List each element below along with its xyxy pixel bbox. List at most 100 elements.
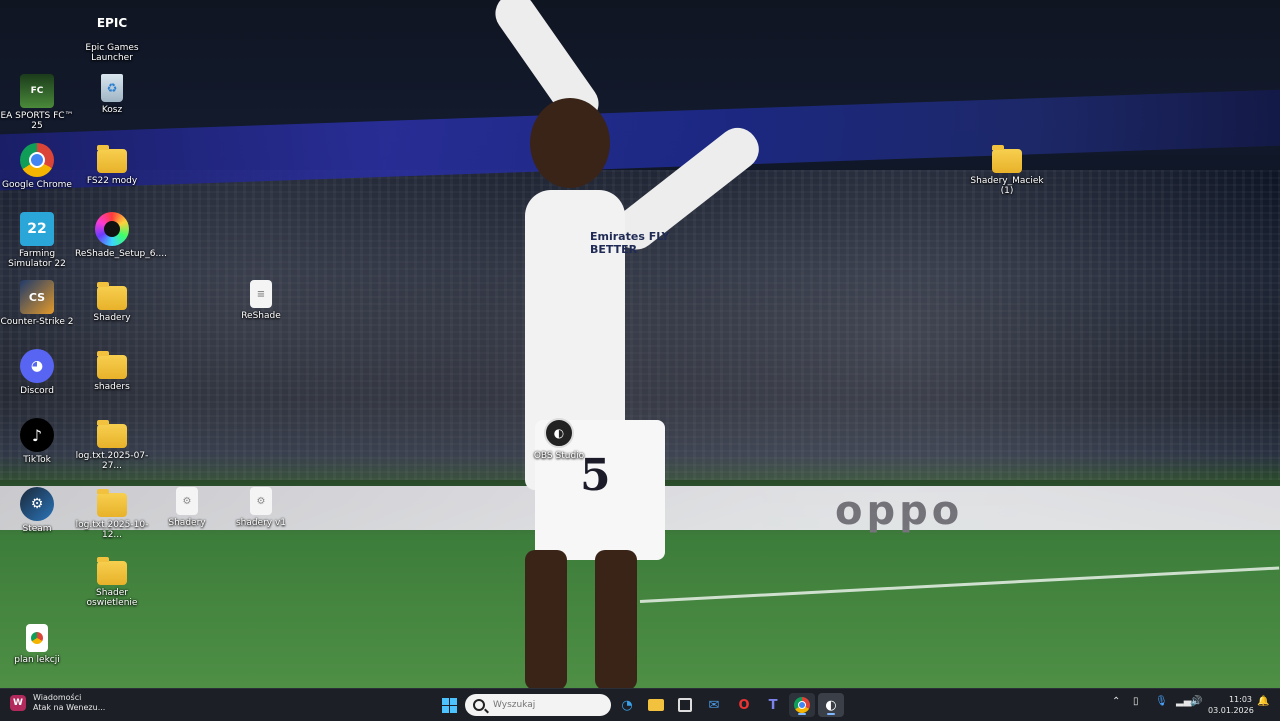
taskbar-chrome[interactable] bbox=[789, 693, 815, 717]
search-input[interactable] bbox=[491, 699, 605, 711]
opera-icon: O bbox=[738, 697, 750, 713]
desktop-icon-log-2025-07-27[interactable]: log.txt.2025-07-27... bbox=[75, 418, 149, 471]
taskbar-edge[interactable]: ◔ bbox=[614, 693, 640, 717]
wallpaper-player-head bbox=[530, 98, 610, 188]
tray-microphone[interactable]: 🎙 bbox=[1155, 696, 1168, 707]
tray-usb[interactable]: ▯ bbox=[1133, 696, 1139, 707]
wallpaper-player-leg bbox=[595, 550, 637, 688]
desktop-icon-label: Kosz bbox=[101, 105, 123, 115]
edge-icon: ◔ bbox=[621, 697, 633, 713]
desktop-icon-label: log.txt.2025-10-12... bbox=[75, 520, 149, 540]
desktop-icon-log-2025-10-12[interactable]: log.txt.2025-10-12... bbox=[75, 487, 149, 540]
desktop-icon-label: ReShade bbox=[241, 311, 281, 321]
desktop-icon-discord[interactable]: ◕ Discord bbox=[0, 349, 74, 396]
news-widget[interactable]: W Wiadomości Atak na Wenezu... bbox=[10, 693, 105, 713]
desktop-icon-shadery-file[interactable]: ⚙ Shadery bbox=[150, 487, 224, 528]
desktop-wallpaper: oppo Emirates FLY BETTER 5 bbox=[0, 0, 1280, 688]
chevron-up-icon: ⌃ bbox=[1112, 696, 1121, 707]
steam-icon: ⚙ bbox=[20, 487, 54, 521]
desktop-icon-label: FS22 mody bbox=[86, 176, 138, 186]
desktop-icon-farming-simulator[interactable]: 22 Farming Simulator 22 bbox=[0, 212, 74, 269]
start-icon bbox=[441, 697, 457, 713]
taskbar: W Wiadomości Atak na Wenezu... ◔ ✉ O T ◐… bbox=[0, 688, 1280, 721]
desktop-icon-shadery-maciek[interactable]: Shadery_Maciek (1) bbox=[970, 143, 1044, 196]
taskbar-store[interactable] bbox=[672, 693, 698, 717]
obs-icon: ◐ bbox=[544, 418, 574, 448]
desktop-icon-label: plan lekcji bbox=[14, 655, 60, 665]
desktop-icon-label: Discord bbox=[20, 386, 54, 396]
store-icon bbox=[678, 698, 692, 712]
chrome-document-icon bbox=[26, 624, 48, 652]
text-file-icon: ≡ bbox=[250, 280, 272, 308]
news-widget-subtitle: Atak na Wenezu... bbox=[33, 703, 106, 712]
taskbar-teams[interactable]: T bbox=[760, 693, 786, 717]
desktop-icon-obs-studio[interactable]: ◐ OBS Studio bbox=[522, 418, 596, 461]
folder-icon bbox=[97, 420, 127, 448]
taskbar-search[interactable] bbox=[465, 694, 611, 716]
folder-icon bbox=[97, 489, 127, 517]
desktop-icon-label: Shadery_Maciek (1) bbox=[970, 176, 1044, 196]
show-hidden-icons-button[interactable]: ⌃ bbox=[1112, 696, 1120, 707]
file-icon: ⚙ bbox=[176, 487, 198, 515]
desktop-icon-fs22-mody[interactable]: FS22 mody bbox=[75, 143, 149, 186]
folder-icon bbox=[97, 351, 127, 379]
desktop-icon-label: shadery v1 bbox=[235, 518, 287, 528]
reshade-setup-icon bbox=[95, 212, 129, 246]
microphone-icon: 🎙 bbox=[1155, 696, 1168, 707]
desktop-icon-label: Epic Games Launcher bbox=[85, 43, 139, 63]
news-icon: W bbox=[10, 695, 26, 711]
tiktok-icon: ♪ bbox=[20, 418, 54, 452]
volume-icon: 🔊 bbox=[1190, 696, 1203, 707]
taskbar-opera[interactable]: O bbox=[731, 693, 757, 717]
desktop-icon-counter-strike[interactable]: CS Counter-Strike 2 bbox=[0, 280, 74, 327]
desktop-icon-shaders-folder[interactable]: shaders bbox=[75, 349, 149, 392]
desktop-icon-label: ReShade_Setup_6.... bbox=[75, 249, 167, 259]
taskbar-mail[interactable]: ✉ bbox=[701, 693, 727, 717]
desktop-icon-plan-lekcji[interactable]: plan lekcji bbox=[0, 624, 74, 665]
file-icon: ⚙ bbox=[250, 487, 272, 515]
desktop-icon-shader-oswietlenie[interactable]: Shader oswietlenie bbox=[75, 555, 149, 608]
wallpaper-adboard-text: oppo bbox=[835, 488, 964, 534]
desktop-icon-reshade-file[interactable]: ≡ ReShade bbox=[224, 280, 298, 321]
news-widget-text: Wiadomości Atak na Wenezu... bbox=[33, 693, 105, 713]
chrome-icon bbox=[20, 143, 54, 177]
desktop-icon-label: Shadery bbox=[93, 313, 131, 323]
file-explorer-icon bbox=[648, 699, 664, 711]
tray-volume[interactable]: 🔊 bbox=[1190, 696, 1202, 707]
clock-date: 03.01.2026 bbox=[1208, 706, 1254, 715]
news-widget-title: Wiadomości bbox=[33, 693, 82, 702]
desktop-icon-ea-fc[interactable]: FC EA SPORTS FC™ 25 bbox=[0, 74, 74, 131]
desktop-icon-label: Counter-Strike 2 bbox=[0, 317, 74, 327]
recycle-bin-icon: ♻ bbox=[101, 74, 123, 102]
notification-center-button[interactable]: 🔔 bbox=[1257, 696, 1269, 707]
search-icon bbox=[473, 699, 485, 711]
teams-icon: T bbox=[768, 697, 778, 713]
wallpaper-player-leg bbox=[525, 550, 567, 688]
desktop-icon-steam[interactable]: ⚙ Steam bbox=[0, 487, 74, 534]
start-button[interactable] bbox=[436, 693, 462, 717]
desktop-icon-reshade-setup[interactable]: ReShade_Setup_6.... bbox=[75, 212, 167, 259]
desktop-icon-label: EA SPORTS FC™ 25 bbox=[0, 111, 74, 131]
desktop-icon-epic-games[interactable]: EPIC Epic Games Launcher bbox=[75, 6, 149, 63]
desktop-icon-shadery-v1[interactable]: ⚙ shadery v1 bbox=[224, 487, 298, 528]
desktop-icon-label: shaders bbox=[94, 382, 130, 392]
counter-strike-icon: CS bbox=[20, 280, 54, 314]
desktop-icon-label: Farming Simulator 22 bbox=[8, 249, 66, 269]
desktop-icon-label: OBS Studio bbox=[533, 451, 585, 461]
running-indicator bbox=[827, 713, 835, 715]
desktop-icon-label: Google Chrome bbox=[2, 180, 72, 190]
folder-icon bbox=[992, 145, 1022, 173]
desktop-icon-label: Steam bbox=[22, 524, 52, 534]
wallpaper-player: Emirates FLY BETTER 5 bbox=[430, 0, 810, 688]
desktop-icon-chrome[interactable]: Google Chrome bbox=[0, 143, 74, 190]
desktop-icon-recycle-bin[interactable]: ♻ Kosz bbox=[75, 74, 149, 115]
ea-fc-icon: FC bbox=[20, 74, 54, 108]
taskbar-clock[interactable]: 11:03 03.01.2026 bbox=[1208, 694, 1254, 716]
taskbar-file-explorer[interactable] bbox=[643, 693, 669, 717]
desktop-icon-tiktok[interactable]: ♪ TikTok bbox=[0, 418, 74, 465]
taskbar-obs[interactable]: ◐ bbox=[818, 693, 844, 717]
desktop-icon-shadery-folder[interactable]: Shadery bbox=[75, 280, 149, 323]
farming-simulator-icon: 22 bbox=[20, 212, 54, 246]
folder-icon bbox=[97, 145, 127, 173]
epic-games-icon: EPIC bbox=[96, 16, 128, 30]
